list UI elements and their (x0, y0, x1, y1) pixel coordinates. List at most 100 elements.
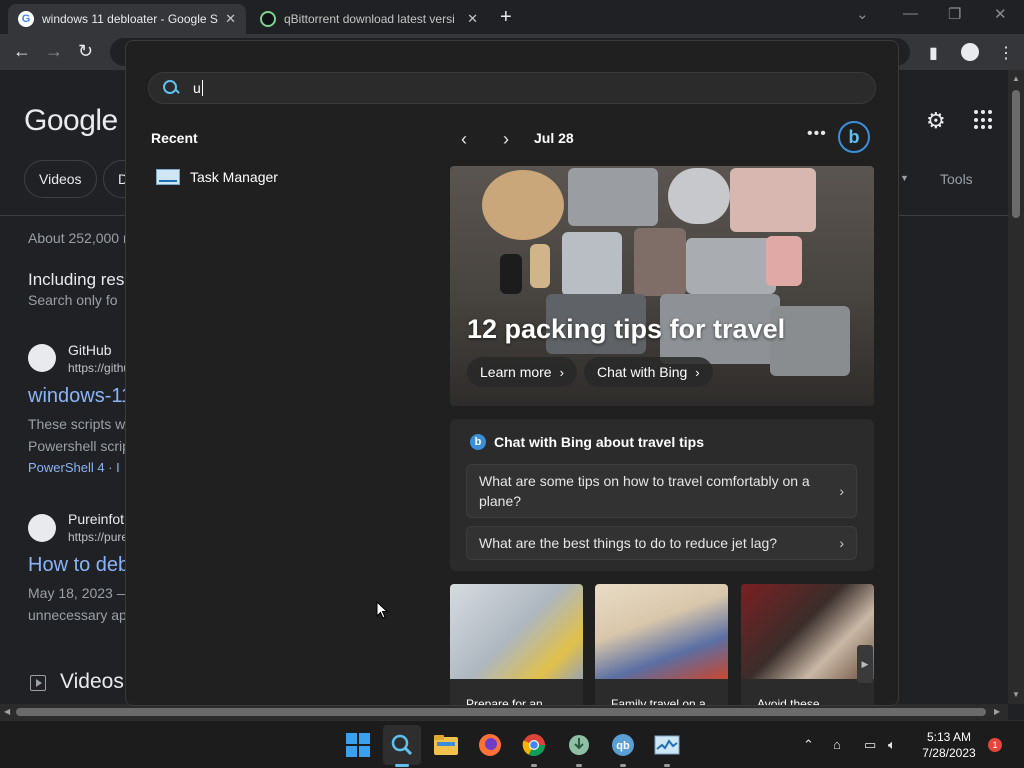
news-card[interactable]: Prepare for an (450, 584, 583, 706)
tools-button[interactable]: Tools (940, 171, 973, 187)
back-arrow-icon[interactable]: ← (13, 41, 31, 62)
new-tab-button[interactable]: + (500, 6, 512, 29)
task-manager-icon (156, 169, 180, 185)
suggested-question[interactable]: What are some tips on how to travel comf… (466, 464, 857, 518)
including-results-text: Including res (28, 270, 125, 289)
horizontal-scrollbar[interactable]: ◀ ▶ (0, 704, 1008, 720)
result-snippet: These scripts w (28, 416, 126, 432)
news-card-caption: Prepare for an (466, 697, 543, 706)
scroll-up-arrow-icon[interactable]: ▲ (1012, 74, 1020, 83)
search-only-text[interactable]: Search only fo (28, 292, 118, 308)
running-indicator (620, 764, 626, 767)
brush-image (530, 244, 550, 288)
recent-item-label: Task Manager (190, 169, 278, 185)
scroll-right-arrow-icon[interactable]: ▶ (994, 707, 1000, 716)
menu-kebab-icon[interactable]: ⋮ (998, 43, 1014, 63)
search-input[interactable]: u (148, 72, 876, 104)
hero-title: 12 packing tips for travel (467, 314, 786, 344)
taskbar-search-button[interactable] (383, 725, 421, 767)
apps-grid-icon[interactable] (974, 110, 994, 130)
show-hidden-icons-chevron-icon[interactable]: ⌃ (803, 737, 814, 753)
search-icon (391, 734, 413, 756)
scroll-down-arrow-icon[interactable]: ▼ (1012, 690, 1020, 699)
close-window-button[interactable]: ✕ (994, 5, 1007, 23)
clock-date: 7/28/2023 (922, 746, 976, 760)
taskbar-firefox[interactable] (476, 731, 504, 759)
hat-image (482, 170, 564, 240)
tab-google-search[interactable]: G windows 11 debloater - Google S ✕ (8, 4, 246, 34)
close-icon[interactable]: ✕ (225, 11, 236, 27)
boot-image (500, 254, 522, 294)
taskbar-file-explorer[interactable] (432, 731, 460, 759)
videos-heading: Videos (60, 670, 124, 693)
pillow-image (668, 168, 730, 224)
vertical-scroll-thumb[interactable] (1012, 90, 1020, 218)
svg-text:qb: qb (616, 740, 630, 752)
browser-tab-bar: G windows 11 debloater - Google S ✕ qBit… (0, 0, 1024, 34)
running-indicator (576, 764, 582, 767)
result-snippet: Powershell scrip (28, 438, 130, 454)
tab-qbittorrent[interactable]: qBittorrent download latest versi ✕ (250, 4, 488, 34)
windows-search-flyout: u Recent Task Manager ‹ › Jul 28 ••• b 1… (125, 40, 899, 706)
result-url: https://githu (68, 361, 131, 375)
minimize-button[interactable]: — (903, 5, 918, 22)
tab-search-chevron-icon[interactable]: ⌄ (856, 5, 869, 23)
chat-with-bing-card: b Chat with Bing about travel tips What … (450, 419, 874, 571)
video-icon (30, 675, 46, 691)
horizontal-scroll-thumb[interactable] (16, 708, 986, 716)
chevron-right-icon: › (839, 483, 844, 499)
side-panel-icon[interactable]: ▮ (929, 43, 938, 63)
volume-icon[interactable]: 🔈︎ (888, 737, 896, 753)
display-icon[interactable]: ▭ (864, 737, 876, 753)
profile-avatar[interactable] (961, 43, 979, 61)
profile-icon (961, 43, 979, 61)
news-card[interactable]: Family travel on a (595, 584, 728, 705)
result-title-link[interactable]: How to deb (28, 554, 129, 577)
chat-heading-text: Chat with Bing about travel tips (494, 434, 705, 450)
previous-arrow-icon[interactable]: ‹ (461, 129, 467, 150)
vertical-scrollbar[interactable]: ▲ ▼ (1008, 70, 1024, 704)
chevron-down-icon[interactable]: ▼ (900, 173, 909, 183)
tab-title: qBittorrent download latest versi (284, 12, 455, 26)
recent-item-task-manager[interactable]: Task Manager (156, 169, 278, 185)
more-options-icon[interactable]: ••• (807, 125, 827, 143)
carousel-next-icon[interactable]: ▶ (857, 645, 873, 683)
shoes-image (634, 228, 686, 296)
network-disconnected-icon[interactable]: ⌂ (833, 737, 841, 752)
close-icon[interactable]: ✕ (467, 11, 478, 27)
system-clock[interactable]: 5:13 AM 7/28/2023 (916, 729, 982, 761)
result-url: https://pure (68, 530, 129, 544)
learn-more-button[interactable]: Learn more › (467, 357, 577, 387)
next-arrow-icon[interactable]: › (503, 129, 509, 150)
taskbar-task-manager[interactable] (653, 731, 681, 767)
date-label: Jul 28 (534, 130, 574, 146)
result-language-tag[interactable]: PowerShell 4 · I (28, 460, 120, 475)
qbittorrent-favicon-icon (260, 11, 276, 27)
mouse-pointer-icon (376, 601, 388, 619)
scroll-left-arrow-icon[interactable]: ◀ (4, 707, 10, 716)
search-icon (163, 80, 179, 96)
bing-icon[interactable]: b (838, 121, 870, 153)
notification-badge[interactable]: 1 (988, 738, 1002, 752)
passport-phone-image (741, 584, 874, 679)
chat-with-bing-button[interactable]: Chat with Bing › (584, 357, 713, 387)
forward-arrow-icon[interactable]: → (45, 41, 63, 62)
restore-button[interactable]: ❐ (948, 5, 961, 23)
question-text: What are the best things to do to reduce… (479, 535, 778, 551)
taskbar-chrome[interactable] (520, 731, 548, 767)
chip-videos[interactable]: Videos (24, 160, 97, 198)
result-title-link[interactable]: windows-11 (28, 385, 132, 408)
reload-icon[interactable]: ↻ (78, 41, 93, 62)
installer-icon (569, 735, 589, 755)
google-logo[interactable]: Google (24, 104, 118, 138)
running-indicator (531, 764, 537, 767)
taskbar-qbittorrent[interactable]: qb (609, 731, 637, 767)
taskbar-installer[interactable] (565, 731, 593, 767)
suggested-question[interactable]: What are the best things to do to reduce… (466, 526, 857, 560)
firefox-icon (479, 734, 501, 756)
start-button[interactable] (344, 731, 372, 759)
news-card[interactable]: Avoid these (741, 584, 874, 705)
taskbar: qb ⌃ ⌂ ▭ 🔈︎ 5:13 AM 7/28/2023 1 (0, 720, 1024, 768)
gear-icon[interactable]: ⚙ (926, 108, 946, 134)
hero-card[interactable]: 12 packing tips for travel Learn more › … (450, 166, 874, 406)
